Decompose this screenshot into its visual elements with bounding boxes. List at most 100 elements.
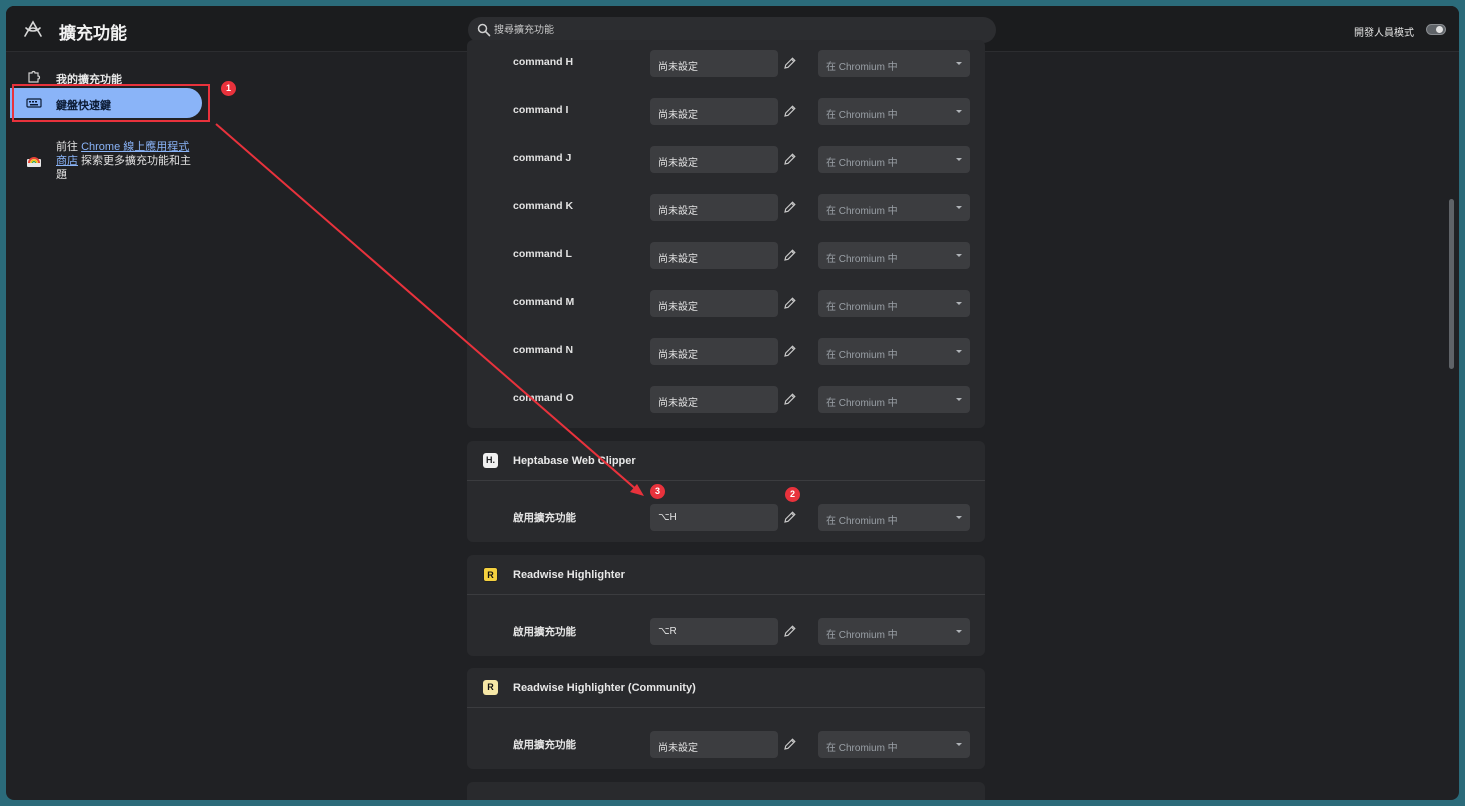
shortcut-field[interactable]: 尚未設定: [650, 98, 778, 125]
shortcut-field[interactable]: 尚未設定: [650, 242, 778, 269]
shortcut-field[interactable]: 尚未設定: [650, 386, 778, 413]
scope-value: 在 Chromium 中: [826, 302, 898, 313]
annotation-badge-2: 2: [785, 487, 800, 502]
scope-value: 在 Chromium 中: [826, 254, 898, 265]
scrollbar-thumb[interactable]: [1449, 199, 1454, 369]
scope-value: 在 Chromium 中: [826, 516, 898, 527]
command-label: command L: [513, 248, 572, 260]
command-label: command H: [513, 56, 574, 68]
page-title: 擴充功能: [59, 24, 127, 43]
scope-dropdown[interactable]: 在 Chromium 中: [818, 618, 970, 645]
command-label: 啟用擴充功能: [513, 512, 576, 524]
scope-dropdown[interactable]: 在 Chromium 中: [818, 242, 970, 269]
toggle-knob: [1436, 26, 1443, 33]
chevron-down-icon: [956, 62, 962, 65]
shortcut-field[interactable]: 尚未設定: [650, 50, 778, 77]
scope-dropdown[interactable]: 在 Chromium 中: [818, 146, 970, 173]
scope-dropdown[interactable]: 在 Chromium 中: [818, 194, 970, 221]
scope-dropdown[interactable]: 在 Chromium 中: [818, 50, 970, 77]
extension-card-header: R Readwise Highlighter: [467, 555, 985, 595]
table-row: command O 尚未設定 在 Chromium 中: [467, 376, 985, 424]
scope-dropdown[interactable]: 在 Chromium 中: [818, 98, 970, 125]
chevron-down-icon: [956, 743, 962, 746]
pencil-icon[interactable]: [783, 248, 797, 262]
pencil-icon[interactable]: [783, 624, 797, 638]
scope-dropdown[interactable]: 在 Chromium 中: [818, 338, 970, 365]
store-prefix: 前往: [56, 141, 82, 153]
pencil-icon[interactable]: [783, 56, 797, 70]
scope-dropdown[interactable]: 在 Chromium 中: [818, 290, 970, 317]
command-label: command M: [513, 296, 575, 308]
scope-value: 在 Chromium 中: [826, 350, 898, 361]
table-row: command M 尚未設定 在 Chromium 中: [467, 280, 985, 328]
chevron-down-icon: [956, 206, 962, 209]
readwise-community-icon: R: [483, 680, 498, 695]
chrome-web-store-icon: [27, 157, 41, 167]
extension-name: Readwise Highlighter (Community): [513, 682, 696, 694]
pencil-icon[interactable]: [783, 104, 797, 118]
scope-value: 在 Chromium 中: [826, 630, 898, 641]
command-label: command I: [513, 104, 569, 116]
pencil-icon[interactable]: [783, 296, 797, 310]
shortcut-field[interactable]: ⌥R: [650, 618, 778, 645]
chevron-down-icon: [956, 302, 962, 305]
chevron-down-icon: [956, 516, 962, 519]
scope-dropdown[interactable]: 在 Chromium 中: [818, 504, 970, 531]
pencil-icon[interactable]: [783, 510, 797, 524]
chevron-down-icon: [956, 158, 962, 161]
scope-dropdown[interactable]: 在 Chromium 中: [818, 386, 970, 413]
command-label: command N: [513, 344, 574, 356]
extension-card-partial: [467, 782, 985, 800]
annotation-badge-3: 3: [650, 484, 665, 499]
pencil-icon[interactable]: [783, 152, 797, 166]
pencil-icon[interactable]: [783, 392, 797, 406]
extension-card-heptabase: H. Heptabase Web Clipper 啟用擴充功能 ⌥H 在 Chr…: [467, 441, 985, 542]
extension-name: Heptabase Web Clipper: [513, 455, 636, 467]
shortcut-field[interactable]: 尚未設定: [650, 731, 778, 758]
shortcut-field[interactable]: 尚未設定: [650, 290, 778, 317]
pencil-icon[interactable]: [783, 737, 797, 751]
table-row: command K 尚未設定 在 Chromium 中: [467, 184, 985, 232]
extension-card-header: R Readwise Highlighter (Community): [467, 668, 985, 708]
shortcut-field[interactable]: 尚未設定: [650, 338, 778, 365]
annotation-badge-1: 1: [221, 81, 236, 96]
command-label: command K: [513, 200, 574, 212]
scope-value: 在 Chromium 中: [826, 398, 898, 409]
extension-card-header: H. Heptabase Web Clipper: [467, 441, 985, 481]
chevron-down-icon: [956, 350, 962, 353]
pencil-icon[interactable]: [783, 200, 797, 214]
web-store-promo: 前往 Chrome 線上應用程式商店 探索更多擴充功能和主題: [56, 140, 196, 182]
shortcut-field[interactable]: ⌥H: [650, 504, 778, 531]
table-row: 啟用擴充功能 ⌥H 在 Chromium 中: [467, 494, 985, 542]
pencil-icon[interactable]: [783, 344, 797, 358]
extension-name: Readwise Highlighter: [513, 569, 625, 581]
puzzle-icon: [28, 70, 41, 83]
search-icon: [477, 23, 491, 37]
scope-dropdown[interactable]: 在 Chromium 中: [818, 731, 970, 758]
scope-value: 在 Chromium 中: [826, 743, 898, 754]
command-label: command J: [513, 152, 572, 164]
command-label: 啟用擴充功能: [513, 626, 576, 638]
table-row: command I 尚未設定 在 Chromium 中: [467, 88, 985, 136]
extension-commands-card: command H 尚未設定 在 Chromium 中 command I 尚未…: [467, 40, 985, 428]
table-row: command J 尚未設定 在 Chromium 中: [467, 136, 985, 184]
chevron-down-icon: [956, 110, 962, 113]
chevron-down-icon: [956, 254, 962, 257]
shortcut-field[interactable]: 尚未設定: [650, 194, 778, 221]
extensions-logo-icon: [24, 20, 42, 37]
extensions-window: 擴充功能 開發人員模式 我的擴充功能 鍵盤快速鍵 1: [6, 6, 1459, 800]
table-row: 啟用擴充功能 ⌥R 在 Chromium 中: [467, 608, 985, 656]
developer-mode-toggle[interactable]: [1426, 24, 1446, 35]
heptabase-icon: H.: [483, 453, 498, 468]
extension-card-readwise: R Readwise Highlighter 啟用擴充功能 ⌥R 在 Chrom…: [467, 555, 985, 656]
scope-value: 在 Chromium 中: [826, 206, 898, 217]
scope-value: 在 Chromium 中: [826, 110, 898, 121]
readwise-icon: R: [483, 567, 498, 582]
command-label: 啟用擴充功能: [513, 739, 576, 751]
command-label: command O: [513, 392, 574, 404]
chevron-down-icon: [956, 398, 962, 401]
table-row: 啟用擴充功能 尚未設定 在 Chromium 中: [467, 721, 985, 769]
scope-value: 在 Chromium 中: [826, 62, 898, 73]
shortcut-field[interactable]: 尚未設定: [650, 146, 778, 173]
table-row: command H 尚未設定 在 Chromium 中: [467, 40, 985, 88]
